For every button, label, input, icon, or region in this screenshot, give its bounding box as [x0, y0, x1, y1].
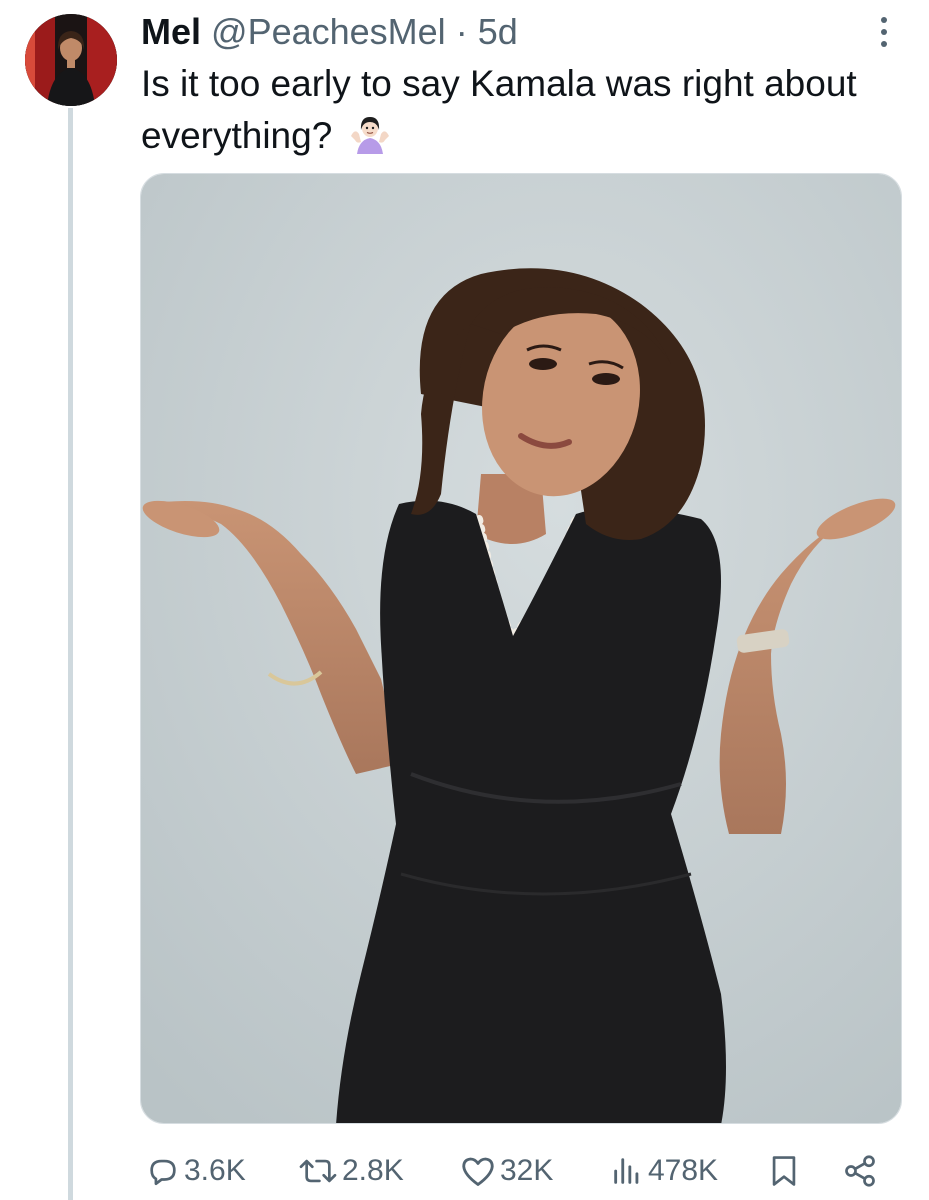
reply-button[interactable]: 3.6K: [146, 1145, 246, 1197]
bookmark-icon: [772, 1156, 796, 1186]
retweet-count: 2.8K: [342, 1154, 404, 1187]
author-name[interactable]: Mel: [141, 11, 201, 52]
share-button[interactable]: [842, 1145, 882, 1197]
views-icon: [614, 1158, 639, 1184]
views-count: 478K: [648, 1154, 719, 1187]
tweet-photo[interactable]: [140, 173, 902, 1124]
tweet-timestamp[interactable]: 5d: [478, 11, 518, 52]
views-button[interactable]: 478K: [610, 1145, 718, 1197]
tweet-text: Is it too early to say Kamala was right …: [141, 58, 881, 168]
author-handle[interactable]: @PeachesMel: [211, 11, 446, 52]
retweet-icon: [299, 1159, 337, 1183]
shrugging-woman-emoji: [349, 114, 391, 168]
like-button[interactable]: 32K: [460, 1145, 553, 1197]
more-options-icon[interactable]: [872, 14, 896, 50]
tweet-actions: 3.6K 2.8K 32K 478K: [140, 1145, 890, 1197]
thread-line: [68, 108, 73, 1200]
reply-icon: [150, 1159, 176, 1186]
separator-dot: ·: [455, 11, 468, 52]
like-icon: [462, 1157, 494, 1186]
like-count: 32K: [500, 1154, 554, 1187]
share-icon: [845, 1155, 875, 1187]
bookmark-button[interactable]: [768, 1145, 804, 1197]
reply-count: 3.6K: [184, 1154, 246, 1187]
tweet-header: Mel @PeachesMel · 5d: [141, 12, 518, 52]
tweet-body: Is it too early to say Kamala was right …: [141, 63, 857, 156]
retweet-button[interactable]: 2.8K: [298, 1145, 404, 1197]
avatar[interactable]: [25, 14, 117, 106]
